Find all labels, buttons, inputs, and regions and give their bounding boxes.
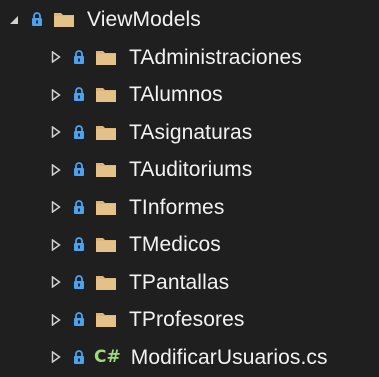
folder-icon bbox=[94, 198, 117, 216]
tree-node-tpantallas[interactable]: TPantallas bbox=[0, 264, 379, 302]
tree-node-label: TInformes bbox=[129, 195, 225, 219]
collapsed-arrow-icon[interactable] bbox=[49, 50, 63, 64]
lock-icon bbox=[72, 237, 86, 253]
tree-node-modificarusuarios-cs[interactable]: C# ModificarUsuarios.cs bbox=[0, 339, 379, 377]
lock-icon bbox=[72, 199, 86, 215]
solution-explorer-tree: ViewModels TAdministraciones TAlumnos TA… bbox=[0, 0, 379, 377]
folder-icon bbox=[52, 11, 75, 29]
tree-node-label: TProfesores bbox=[129, 308, 245, 332]
folder-icon bbox=[94, 48, 117, 66]
tree-node-tprofesores[interactable]: TProfesores bbox=[0, 301, 379, 339]
folder-icon bbox=[94, 236, 117, 254]
tree-node-label: TAdministraciones bbox=[129, 45, 302, 69]
collapsed-arrow-icon[interactable] bbox=[49, 200, 63, 214]
tree-node-label: TAsignaturas bbox=[129, 120, 253, 144]
tree-node-label: ModificarUsuarios.cs bbox=[130, 345, 328, 369]
tree-node-tmedicos[interactable]: TMedicos bbox=[0, 226, 379, 264]
folder-icon bbox=[94, 161, 117, 179]
folder-icon bbox=[94, 311, 117, 329]
tree-node-label: ViewModels bbox=[87, 8, 201, 32]
tree-node-label: TPantallas bbox=[129, 270, 230, 294]
lock-icon bbox=[72, 87, 86, 103]
lock-icon bbox=[30, 12, 44, 28]
lock-icon bbox=[72, 124, 86, 140]
collapsed-arrow-icon[interactable] bbox=[49, 125, 63, 139]
collapsed-arrow-icon[interactable] bbox=[49, 313, 63, 327]
collapsed-arrow-icon[interactable] bbox=[49, 238, 63, 252]
tree-node-tadministraciones[interactable]: TAdministraciones bbox=[0, 39, 379, 77]
folder-icon bbox=[94, 123, 117, 141]
folder-icon bbox=[94, 86, 117, 104]
collapsed-arrow-icon[interactable] bbox=[49, 350, 63, 364]
collapsed-arrow-icon[interactable] bbox=[49, 163, 63, 177]
tree-node-label: TAlumnos bbox=[129, 83, 223, 107]
lock-icon bbox=[72, 312, 86, 328]
tree-node-talumnos[interactable]: TAlumnos bbox=[0, 76, 379, 114]
lock-icon bbox=[72, 349, 86, 365]
collapsed-arrow-icon[interactable] bbox=[49, 275, 63, 289]
tree-node-label: TAuditoriums bbox=[129, 158, 253, 182]
lock-icon bbox=[72, 162, 86, 178]
tree-node-tinformes[interactable]: TInformes bbox=[0, 189, 379, 227]
csharp-file-icon: C# bbox=[94, 346, 121, 367]
folder-icon bbox=[94, 273, 117, 291]
tree-node-tasignaturas[interactable]: TAsignaturas bbox=[0, 114, 379, 152]
lock-icon bbox=[72, 49, 86, 65]
collapsed-arrow-icon[interactable] bbox=[49, 88, 63, 102]
expanded-arrow-icon[interactable] bbox=[7, 13, 21, 27]
tree-node-viewmodels[interactable]: ViewModels bbox=[0, 1, 379, 39]
tree-node-tauditoriums[interactable]: TAuditoriums bbox=[0, 151, 379, 189]
lock-icon bbox=[72, 274, 86, 290]
tree-node-label: TMedicos bbox=[129, 233, 221, 257]
